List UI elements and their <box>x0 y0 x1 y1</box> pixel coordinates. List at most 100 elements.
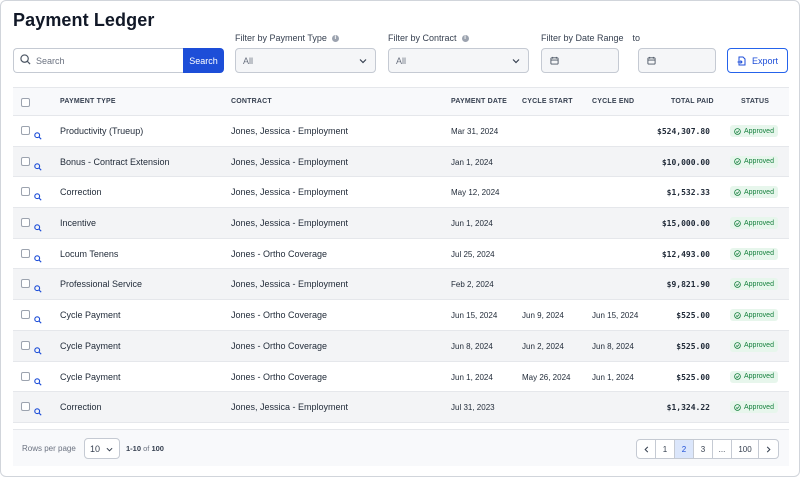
row-checkbox[interactable] <box>21 187 30 197</box>
row-checkbox[interactable] <box>21 248 30 258</box>
chevron-left-icon <box>643 446 648 452</box>
date-from-input[interactable] <box>541 48 619 73</box>
payment-type-filter-label: Filter by Payment Type i <box>235 33 339 43</box>
view-details-icon[interactable] <box>34 280 42 298</box>
cell-total-paid: $12,493.00 <box>661 249 710 259</box>
page-title: Payment Ledger <box>13 10 155 30</box>
cell-payment-date: Jun 1, 2024 <box>451 219 493 229</box>
table-footer: Rows per page 10 1-10 of 100 1 2 3... 100 <box>13 429 789 466</box>
cell-contract: Jones - Ortho Coverage <box>231 371 328 382</box>
payment-type-select[interactable]: All <box>235 48 376 73</box>
table-body: Productivity (Trueup) Jones, Jessica - E… <box>13 116 789 423</box>
search-button[interactable]: Search <box>183 48 224 73</box>
contract-select[interactable]: All <box>388 48 529 73</box>
row-checkbox[interactable] <box>21 340 30 350</box>
row-checkbox[interactable] <box>21 156 30 166</box>
view-details-icon[interactable] <box>34 188 42 206</box>
table-row[interactable]: Locum Tenens Jones - Ortho Coverage Jul … <box>13 239 789 270</box>
row-checkbox[interactable] <box>21 402 30 412</box>
view-details-icon[interactable] <box>34 311 42 329</box>
page-button[interactable]: 3 <box>694 440 713 458</box>
status-label: Approved <box>744 188 774 196</box>
status-badge: Approved <box>730 370 778 383</box>
export-button[interactable]: Export <box>727 48 788 73</box>
table-row[interactable]: Productivity (Trueup) Jones, Jessica - E… <box>13 116 789 147</box>
table-row[interactable]: Correction Jones, Jessica - Employment J… <box>13 392 789 423</box>
check-circle-icon <box>734 158 741 165</box>
info-icon[interactable]: i <box>461 34 469 42</box>
row-checkbox[interactable] <box>21 371 30 381</box>
view-details-icon[interactable] <box>34 127 42 145</box>
row-checkbox[interactable] <box>21 218 30 228</box>
table-row[interactable]: Correction Jones, Jessica - Employment M… <box>13 177 789 209</box>
prev-page-button[interactable] <box>637 440 656 458</box>
column-header-status[interactable]: STATUS <box>741 98 769 105</box>
cell-payment-date: Jun 1, 2024 <box>451 372 493 382</box>
column-header-cycle-start[interactable]: CYCLE START <box>522 98 573 105</box>
check-circle-icon <box>734 403 741 411</box>
table-row[interactable]: Professional Service Jones, Jessica - Em… <box>13 269 789 301</box>
cell-payment-type: Bonus - Contract Extension <box>60 156 170 167</box>
table-row[interactable]: Cycle Payment Jones - Ortho Coverage Jun… <box>13 300 789 331</box>
chevron-down-icon <box>106 447 113 452</box>
view-details-icon[interactable] <box>34 158 42 176</box>
check-circle-icon <box>734 250 741 258</box>
payment-type-filter-label-text: Filter by Payment Type <box>235 33 327 43</box>
view-details-icon[interactable] <box>34 342 42 360</box>
next-page-button[interactable] <box>759 440 778 458</box>
info-icon[interactable]: i <box>331 34 339 42</box>
date-to-input[interactable] <box>638 48 716 73</box>
row-checkbox[interactable] <box>21 126 30 135</box>
search-input[interactable] <box>36 55 156 66</box>
status-label: Approved <box>744 219 774 227</box>
page-button[interactable]: 100 <box>732 440 759 458</box>
cell-payment-type: Cycle Payment <box>60 310 121 321</box>
status-badge: Approved <box>730 155 778 168</box>
rows-per-page-value: 10 <box>90 443 101 454</box>
column-header-payment-date[interactable]: PAYMENT DATE <box>451 98 507 105</box>
status-label: Approved <box>744 158 774 166</box>
column-header-payment-type[interactable]: PAYMENT TYPE <box>60 98 116 105</box>
export-button-label: Export <box>751 55 778 66</box>
table-row[interactable]: Cycle Payment Jones - Ortho Coverage Jun… <box>13 330 789 362</box>
chevron-right-icon <box>766 446 771 452</box>
column-header-contract[interactable]: CONTRACT <box>231 98 272 105</box>
view-details-icon[interactable] <box>34 373 42 391</box>
table-row[interactable]: Incentive Jones, Jessica - Employment Ju… <box>13 208 789 239</box>
row-checkbox[interactable] <box>21 279 30 289</box>
cell-payment-type: Productivity (Trueup) <box>60 126 144 136</box>
search-group: Search <box>13 48 224 73</box>
column-header-cycle-end[interactable]: CYCLE END <box>592 98 634 105</box>
cell-payment-date: Jan 1, 2024 <box>451 157 493 167</box>
range-of: of <box>143 444 150 453</box>
search-field[interactable] <box>13 48 183 73</box>
table-row[interactable]: Bonus - Contract Extension Jones, Jessic… <box>13 146 789 178</box>
status-badge: Approved <box>730 125 778 137</box>
cell-payment-type: Locum Tenens <box>60 248 119 259</box>
payment-type-select-value: All <box>243 55 254 66</box>
row-checkbox[interactable] <box>21 310 30 320</box>
status-badge: Approved <box>730 186 778 199</box>
cell-payment-date: Jul 25, 2024 <box>451 249 495 259</box>
cell-payment-type: Correction <box>60 187 102 198</box>
status-label: Approved <box>744 373 774 380</box>
page-button[interactable]: 1 <box>656 440 675 458</box>
check-circle-icon <box>734 342 741 350</box>
cell-total-paid: $525.00 <box>676 311 710 321</box>
date-range-to-label: to <box>632 33 641 43</box>
column-header-total-paid[interactable]: TOTAL PAID <box>671 98 714 105</box>
select-all-checkbox[interactable] <box>21 98 30 107</box>
status-label: Approved <box>744 127 774 135</box>
cell-contract: Jones, Jessica - Employment <box>231 218 349 229</box>
page-button[interactable]: 2 <box>675 440 694 458</box>
rows-per-page-select[interactable]: 10 <box>84 438 120 459</box>
view-details-icon[interactable] <box>34 250 42 268</box>
table-row[interactable]: Cycle Payment Jones - Ortho Coverage Jun… <box>13 362 789 393</box>
contract-select-value: All <box>396 55 407 66</box>
date-range-filter-label: Filter by Date Range to <box>541 33 640 43</box>
status-badge: Approved <box>730 247 778 260</box>
view-details-icon[interactable] <box>34 403 42 421</box>
status-label: Approved <box>744 342 774 350</box>
cell-total-paid: $10,000.00 <box>661 157 710 167</box>
view-details-icon[interactable] <box>34 219 42 237</box>
